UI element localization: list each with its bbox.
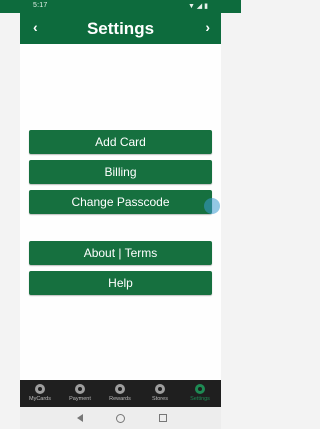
right-margin <box>221 13 241 382</box>
rewards-icon <box>115 384 125 394</box>
billing-button[interactable]: Billing <box>29 160 212 184</box>
left-margin <box>0 13 20 382</box>
status-icons: ▼ ◢ ▮ <box>185 2 208 10</box>
wifi-icon: ▼ ◢ ▮ <box>187 3 208 10</box>
tab-payment[interactable]: Payment <box>60 380 100 407</box>
status-bar: 5:17 ▼ ◢ ▮ <box>0 0 241 13</box>
page-title: Settings <box>86 19 155 38</box>
payment-icon <box>75 384 85 394</box>
tab-mycards[interactable]: MyCards <box>20 380 60 407</box>
tab-label: Settings <box>190 396 210 402</box>
tab-label: Rewards <box>109 396 131 402</box>
about-terms-button[interactable]: About | Terms <box>29 241 212 265</box>
system-home-icon[interactable] <box>116 414 125 423</box>
forward-arrow-icon[interactable]: › <box>205 20 210 34</box>
tab-label: Payment <box>69 396 91 402</box>
change-passcode-button[interactable]: Change Passcode <box>29 190 212 214</box>
tab-settings[interactable]: Settings <box>180 380 220 407</box>
settings-icon <box>195 384 205 394</box>
status-time: 5:17 <box>33 2 48 9</box>
system-recents-icon[interactable] <box>159 414 167 422</box>
help-button[interactable]: Help <box>29 271 212 295</box>
system-nav-bar <box>20 407 221 429</box>
stores-icon <box>155 384 165 394</box>
floating-handle[interactable] <box>204 198 220 214</box>
system-back-icon[interactable] <box>77 414 83 422</box>
add-card-button[interactable]: Add Card <box>29 130 212 154</box>
tab-rewards[interactable]: Rewards <box>100 380 140 407</box>
app-header: ‹ Settings › <box>20 13 221 44</box>
settings-content: Add Card Billing Change Passcode About |… <box>20 44 221 380</box>
tab-label: MyCards <box>28 396 51 402</box>
tab-label: Stores <box>152 396 168 402</box>
mycards-icon <box>35 384 45 394</box>
bottom-tab-bar: MyCards Payment Rewards Stores Settings <box>20 380 221 407</box>
tab-stores[interactable]: Stores <box>140 380 180 407</box>
